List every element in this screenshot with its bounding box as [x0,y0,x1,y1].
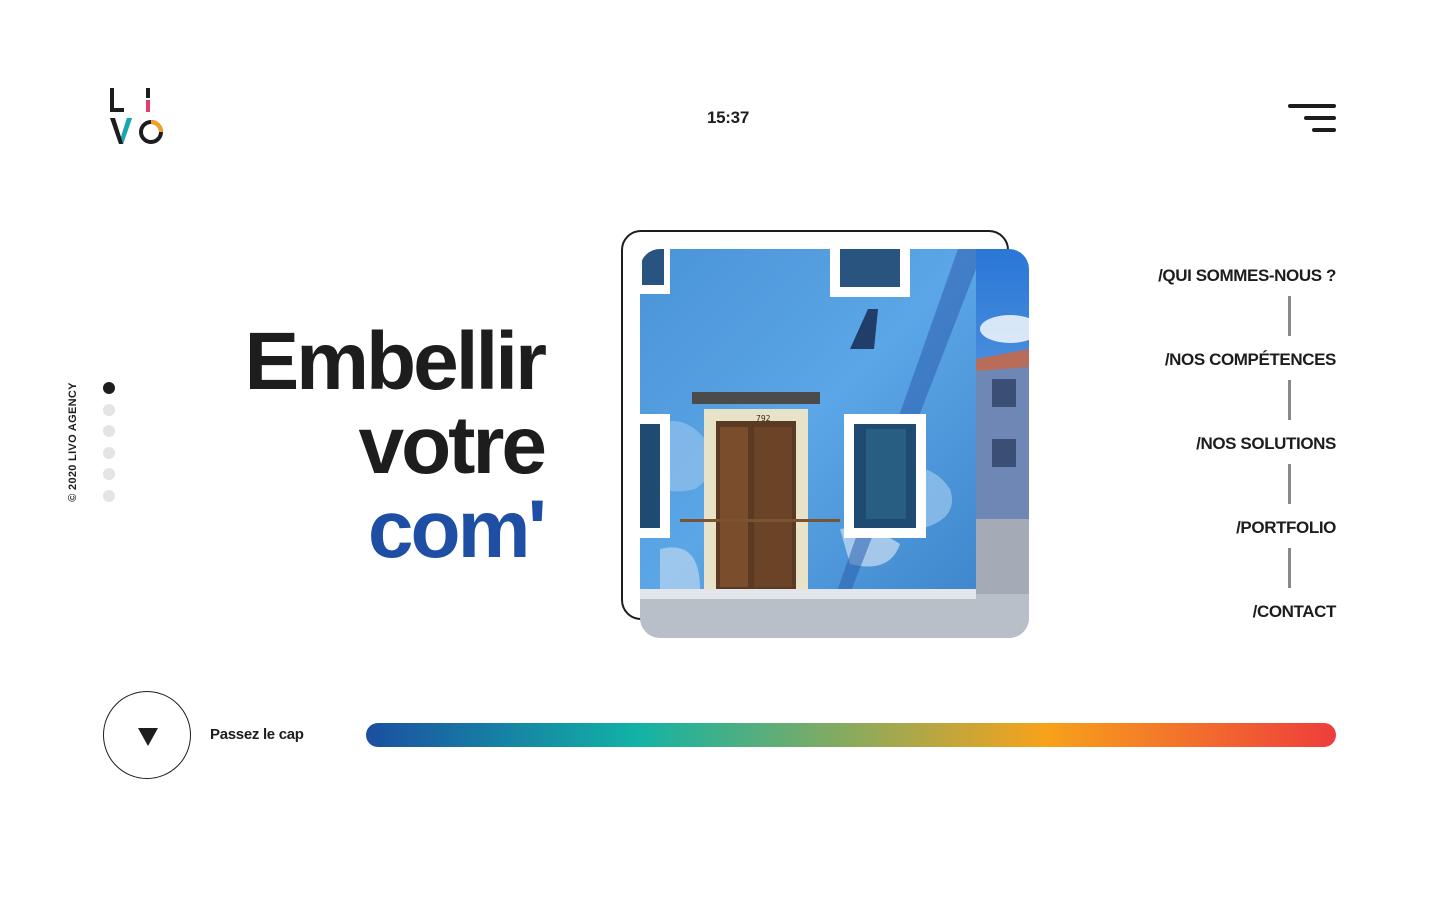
hero-line-1: Embellir [244,316,547,407]
main-nav: /QUI SOMMES-NOUS ? /NOS COMPÉTENCES /NOS… [1080,262,1336,626]
triangle-down-icon [138,728,158,746]
slide-dot-5[interactable] [103,468,115,481]
house-number: 792 [756,414,771,423]
nav-divider [1288,296,1291,336]
menu-line [1304,116,1336,120]
menu-line [1312,128,1336,132]
slide-pagination [103,382,115,512]
livo-logo-mark [110,88,163,144]
nav-qui-sommes-nous[interactable]: /QUI SOMMES-NOUS ? [1080,262,1336,290]
blue-house-illustration: 792 [640,249,1029,638]
livo-logo[interactable] [108,86,166,146]
copyright-text: © 2020 LIVO AGENCY [67,382,79,502]
nav-nos-competences[interactable]: /NOS COMPÉTENCES [1080,346,1337,374]
slide-dot-4[interactable] [103,446,115,459]
scroll-down-button[interactable] [103,691,191,779]
slide-dot-6[interactable] [103,489,115,502]
menu-line [1288,104,1336,108]
color-gradient-bar [366,723,1336,747]
nav-portfolio[interactable]: /PORTFOLIO [1080,514,1336,542]
slide-dot-1[interactable] [103,382,115,394]
slide-dot-2[interactable] [103,403,115,416]
clock-time: 15:37 [707,108,749,127]
nav-divider [1288,548,1291,588]
nav-contact[interactable]: /CONTACT [1080,598,1337,626]
slide-dot-3[interactable] [103,425,115,438]
nav-nos-solutions[interactable]: /NOS SOLUTIONS [1080,430,1336,458]
nav-divider [1288,380,1291,420]
hero-headline: Embellir votre com' [180,316,547,575]
hero-line-2: votre [358,400,547,491]
scroll-down-label[interactable]: Passez le cap [210,726,304,743]
hero-line-3: com' [367,484,547,575]
nav-divider [1288,464,1291,504]
hero-photo: 792 [640,249,1029,638]
hamburger-menu-icon[interactable] [1284,100,1340,136]
